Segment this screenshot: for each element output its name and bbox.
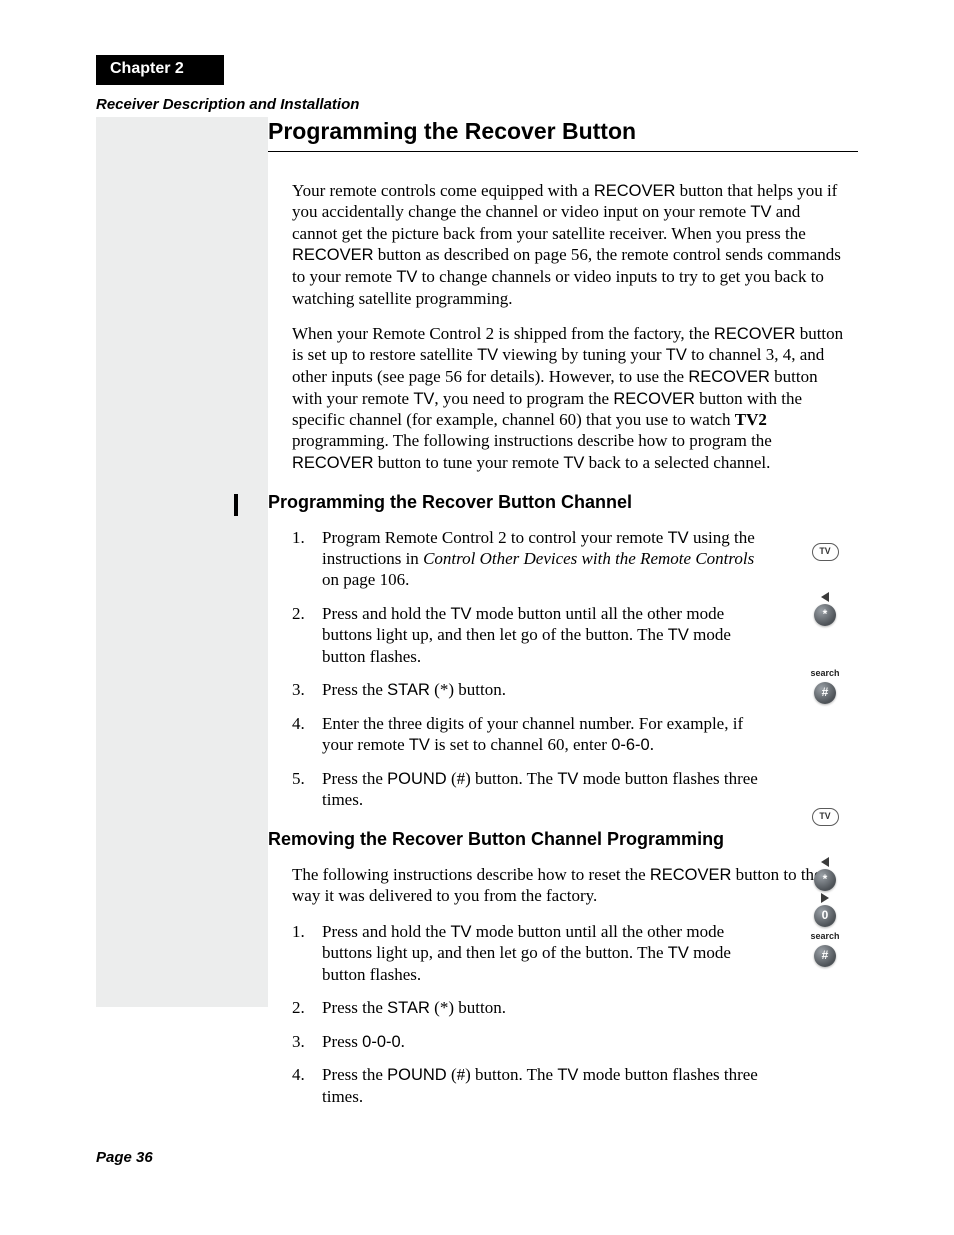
remote-icon-group: * [805,590,845,626]
list-item: Press and hold the TV mode button until … [292,921,772,985]
remote-icon-group: search # [805,668,845,704]
section-heading-programming: Programming the Recover Button Channel [268,491,858,514]
tv-mode-button-icon: TV [812,543,839,561]
tv-mode-button-icon: TV [812,808,839,826]
intro-paragraph-1: Your remote controls come equipped with … [292,180,845,309]
section-heading-removing: Removing the Recover Button Channel Prog… [268,828,858,851]
breadcrumb: Receiver Description and Installation [96,95,359,115]
star-button-icon: * [814,604,836,626]
page-number: Page 36 [96,1148,153,1168]
steps-programming: Program Remote Control 2 to control your… [292,527,858,811]
pound-button-icon: # [814,682,836,704]
search-label: search [805,931,845,943]
remote-icon-group: * 0 search # [805,855,845,967]
chapter-tab: Chapter 2 [96,55,224,85]
star-button-icon: * [814,869,836,891]
arrow-left-icon [821,592,829,602]
list-item: Press the STAR (*) button. [292,997,772,1019]
list-item: Press the STAR (*) button. [292,679,772,701]
search-label: search [805,668,845,680]
change-bar-icon [234,494,238,516]
main-content: Programming the Recover Button Your remo… [268,117,858,1119]
list-item: Program Remote Control 2 to control your… [292,527,772,591]
remote-icon-group: TV [805,543,845,561]
page-title: Programming the Recover Button [268,117,858,152]
list-item: Press 0-0-0. [292,1031,772,1053]
removing-intro: The following instructions describe how … [292,864,845,907]
arrow-right-icon [821,893,829,903]
left-margin-column [96,117,268,1007]
zero-button-icon: 0 [814,905,836,927]
list-item: Press and hold the TV mode button until … [292,603,772,667]
remote-icon-group: TV [805,808,845,826]
list-item: Press the POUND (#) button. The TV mode … [292,1064,772,1107]
steps-removing: Press and hold the TV mode button until … [292,921,858,1107]
pound-button-icon: # [814,945,836,967]
arrow-left-icon [821,857,829,867]
list-item: Enter the three digits of your channel n… [292,713,772,756]
list-item: Press the POUND (#) button. The TV mode … [292,768,772,811]
intro-paragraph-2: When your Remote Control 2 is shipped fr… [292,323,845,473]
